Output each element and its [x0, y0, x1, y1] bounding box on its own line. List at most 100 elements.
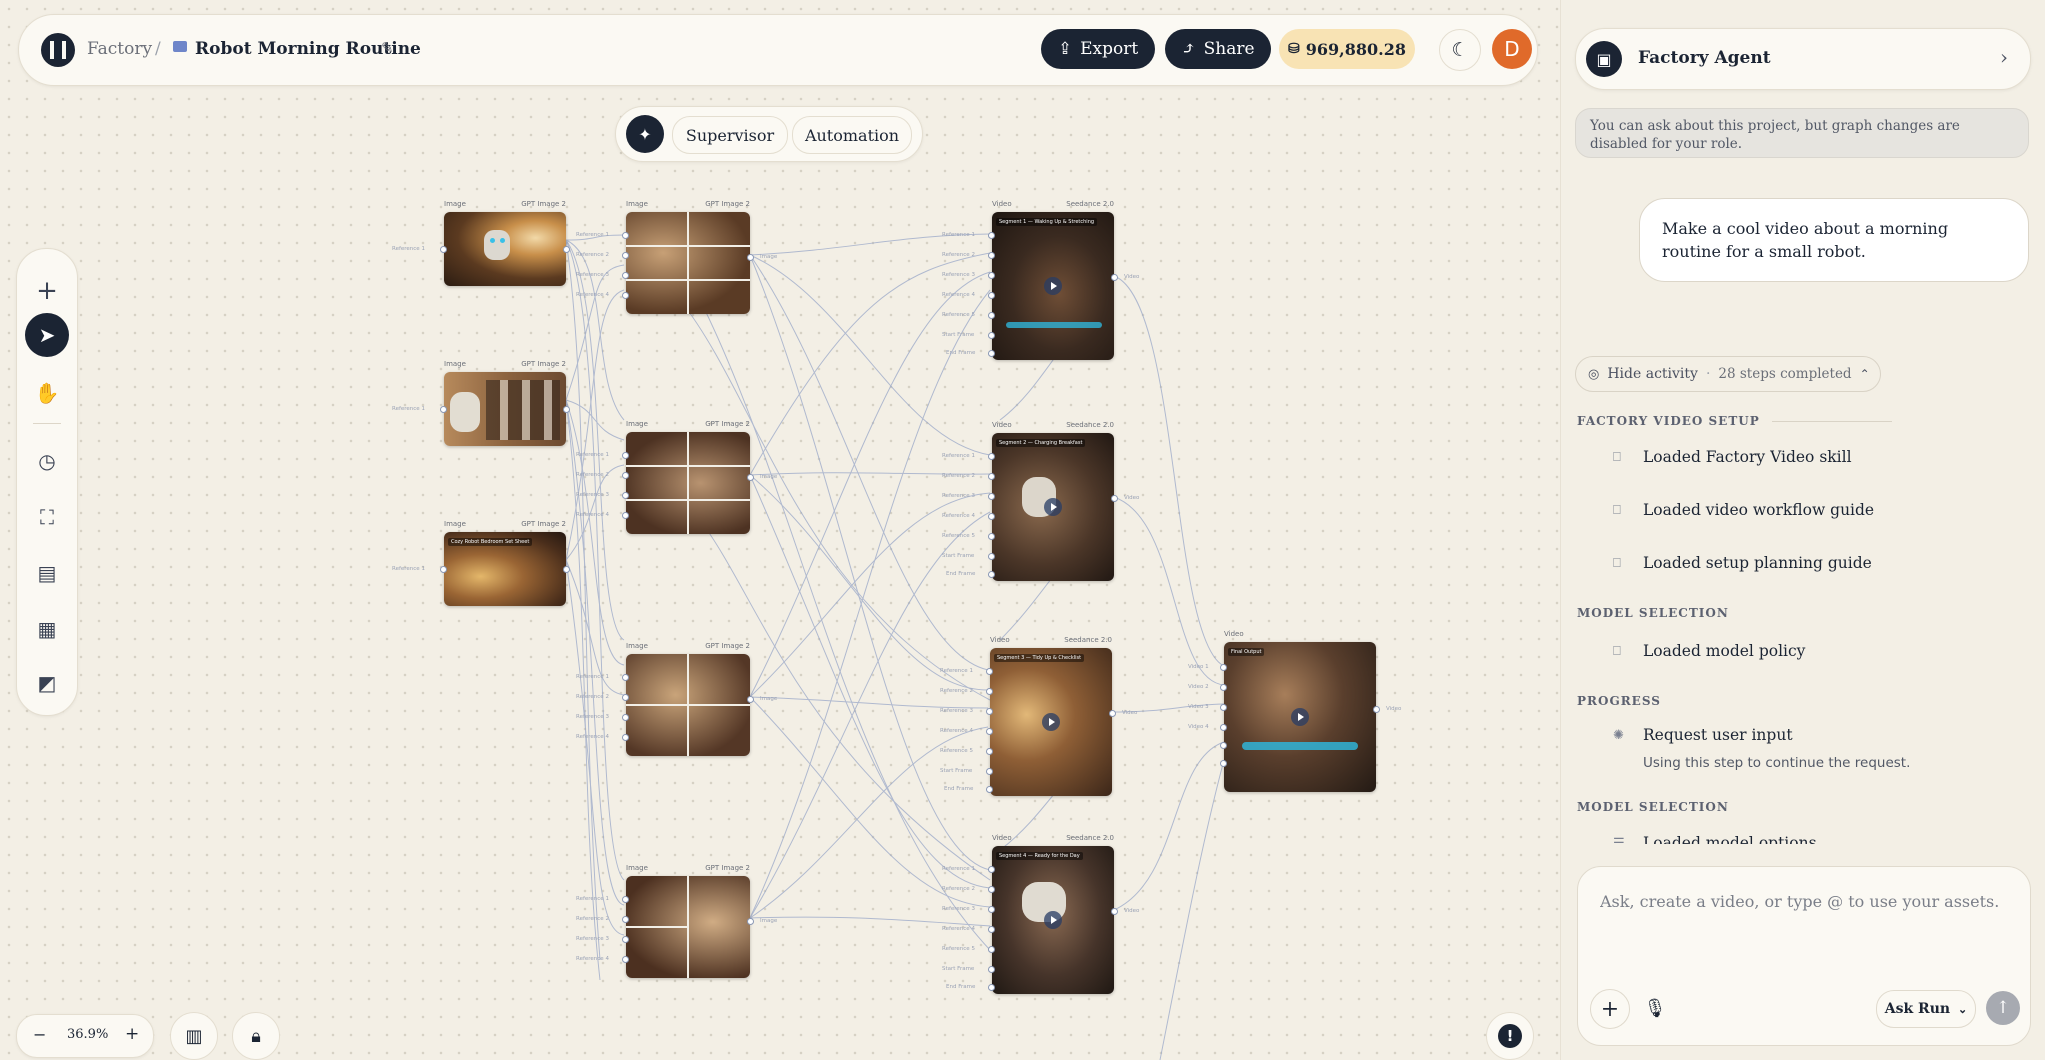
activity-step-detail: Using this step to continue the request. — [1643, 755, 1911, 771]
chat-input[interactable] — [1598, 891, 2002, 912]
history-clock-icon[interactable]: ◷ — [25, 439, 69, 483]
image-node[interactable]: Image GPT Image 2 Reference 1 — [392, 200, 570, 286]
port-label: Start Frame — [942, 332, 975, 338]
coins-icon: ⛁ — [1288, 41, 1300, 57]
zoom-level: 36.9% — [67, 1027, 109, 1042]
minimap-icon[interactable]: ▥ — [170, 1012, 218, 1060]
credits-badge[interactable]: ⛁ 969,880.28 — [1279, 29, 1415, 69]
export-label: Export — [1080, 39, 1139, 59]
microphone-icon[interactable]: 🎙︎ — [1638, 991, 1672, 1025]
zoom-in-button[interactable]: + — [125, 1024, 139, 1044]
left-toolbar: + ➤ ✋ ◷ ⛶ ▤ ▦ ◩ — [16, 248, 78, 716]
image-thumbnail — [626, 432, 750, 534]
frame-icon[interactable]: ⛶ — [25, 495, 69, 539]
send-arrow-icon[interactable]: ↑ — [1986, 991, 2020, 1025]
theme-toggle-moon-icon[interactable]: ☾ — [1439, 29, 1481, 71]
note-icon[interactable]: ▤ — [25, 551, 69, 595]
supervisor-button[interactable]: Supervisor — [672, 116, 788, 154]
chevron-right-icon[interactable]: › — [2000, 45, 2008, 69]
image-node[interactable]: Image GPT Image 2 Reference 1 Reference 2… — [576, 642, 777, 756]
layout-icon[interactable]: ◩ — [25, 661, 69, 705]
video-node[interactable]: Video Seedance 2.0 Segment 3 — Tidy Up & … — [940, 636, 1137, 796]
node-type-label: Image — [444, 200, 466, 208]
activity-label: Hide activity — [1607, 366, 1698, 382]
book-icon: ⎕ — [1613, 449, 1621, 465]
port-label: Start Frame — [942, 553, 975, 559]
video-node[interactable]: Video Seedance 2.0 Segment 2 — Charging B… — [942, 421, 1139, 581]
list-icon: ☰ — [1613, 835, 1625, 851]
port-label: Reference 4 — [576, 734, 609, 740]
port-label: Reference 5 — [940, 748, 973, 754]
port-label: Reference 1 — [576, 232, 609, 238]
run-mode-select[interactable]: Ask Run ⌄ — [1876, 990, 1976, 1028]
image-node[interactable]: Image GPT Image 2 Reference 1 Reference 2… — [576, 200, 777, 314]
add-node-plus-icon[interactable]: + — [25, 269, 69, 313]
avatar[interactable]: D — [1492, 29, 1532, 69]
zoom-out-button[interactable]: − — [33, 1025, 46, 1044]
final-video-node[interactable]: Video Final Output Video 1 Video 2 Video… — [1188, 630, 1401, 792]
agent-header[interactable]: ▣ Factory Agent › — [1575, 28, 2031, 90]
port-label: Reference 4 — [940, 728, 973, 734]
port-label: Reference 2 — [940, 688, 973, 694]
port-label: Reference 3 — [942, 272, 975, 278]
play-icon[interactable] — [1291, 708, 1309, 726]
app-logo-icon[interactable] — [41, 33, 75, 67]
activity-count: 28 steps completed — [1718, 366, 1852, 382]
node-model-label: Seedance 2.0 — [1064, 636, 1112, 644]
port-label: Reference 3 — [576, 492, 609, 498]
video-node[interactable]: Video Seedance 2.0 Segment 4 — Ready for … — [942, 834, 1139, 994]
breadcrumb-root[interactable]: Factory — [87, 39, 152, 59]
video-thumbnail: Segment 2 — Charging Breakfast — [992, 433, 1114, 581]
lock-icon[interactable]: 🔒︎ — [232, 1012, 280, 1060]
image-node[interactable]: Image GPT Image 2 Reference 1 Reference 2… — [576, 420, 777, 534]
node-model-label: GPT Image 2 — [521, 520, 566, 528]
port-label: Image — [760, 474, 778, 480]
node-type-label: Image — [444, 360, 466, 368]
brush-icon[interactable]: ✦ — [626, 115, 664, 153]
share-button[interactable]: ⤴ Share — [1165, 29, 1271, 69]
select-pointer-icon[interactable]: ➤ — [25, 313, 69, 357]
node-type-label: Image — [444, 520, 466, 528]
play-icon[interactable] — [1044, 277, 1062, 295]
grid-apps-icon[interactable]: ▦ — [25, 607, 69, 651]
image-node[interactable]: Image GPT Image 2 Cozy Robot Bedroom Set … — [392, 520, 570, 606]
node-model-label: GPT Image 2 — [705, 864, 750, 872]
image-node[interactable]: Image GPT Image 2 Reference 1 — [392, 360, 570, 446]
pan-hand-icon[interactable]: ✋ — [25, 371, 69, 415]
upload-icon: ⇪ — [1057, 39, 1073, 59]
play-icon[interactable] — [1044, 911, 1062, 929]
alert-icon[interactable]: ! — [1486, 1012, 1534, 1060]
attach-plus-icon[interactable]: + — [1590, 989, 1630, 1029]
share-icon: ⤴ — [1181, 39, 1196, 59]
automation-button[interactable]: Automation — [792, 116, 912, 154]
section-heading: PROGRESS — [1577, 694, 1661, 708]
image-thumbnail — [626, 654, 750, 756]
port-label: Video — [1122, 710, 1138, 716]
node-model-label: GPT Image 2 — [521, 360, 566, 368]
book-icon: ⎕ — [1613, 502, 1621, 518]
image-thumbnail — [444, 212, 566, 286]
port-label: Image — [760, 254, 778, 260]
activity-step: ⎕ Loaded Factory Video skill — [1613, 448, 1852, 466]
activity-step: ☰ Loaded model options — [1613, 834, 1817, 852]
port-label: End Frame — [946, 350, 976, 356]
port-label: Reference 2 — [942, 473, 975, 479]
video-node[interactable]: Video Seedance 2.0 Segment 1 — Waking Up … — [942, 200, 1139, 360]
toolbar-divider — [33, 423, 61, 424]
node-model-label: Seedance 2.0 — [1066, 200, 1114, 208]
play-icon[interactable] — [1042, 713, 1060, 731]
image-thumbnail — [626, 212, 750, 314]
port-label: Reference 2 — [576, 472, 609, 478]
folder-icon — [173, 41, 187, 52]
graph-canvas[interactable]: Image GPT Image 2 Reference 1 Image GPT Im… — [0, 0, 1560, 1060]
port-label: Reference 1 — [942, 866, 975, 872]
port-label: Start Frame — [940, 768, 973, 774]
image-node[interactable]: Image GPT Image 2 Reference 1 Reference 2… — [576, 864, 777, 978]
hide-activity-toggle[interactable]: ◎ Hide activity · 28 steps completed ⌃ — [1575, 356, 1881, 392]
port-label: Video 2 — [1188, 684, 1209, 690]
export-button[interactable]: ⇪ Export — [1041, 29, 1155, 69]
play-icon[interactable] — [1044, 498, 1062, 516]
edit-pencil-icon[interactable]: ✎ — [381, 39, 394, 57]
port-label: Reference 2 — [576, 916, 609, 922]
port-label: Reference 3 — [940, 708, 973, 714]
